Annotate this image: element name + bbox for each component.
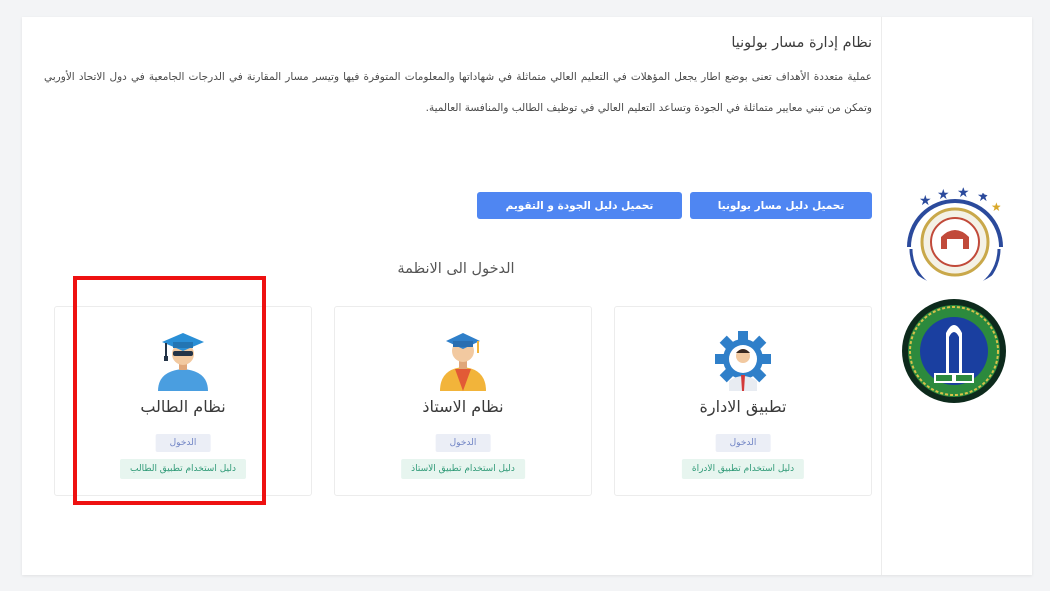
logo-sidebar: ★ ★ ★ ★ ★ <box>881 17 1032 575</box>
bologna-process-logo: ★ ★ ★ ★ ★ <box>907 187 1003 287</box>
systems-section-title: الدخول الى الانظمة <box>397 261 515 277</box>
professor-card-title: نظام الاستاذ <box>422 397 504 416</box>
svg-text:★: ★ <box>919 193 932 209</box>
admin-card-title: تطبيق الادارة <box>699 397 787 416</box>
download-bologna-guide-button[interactable]: تحميل دليل مسار بولونيا <box>690 192 872 219</box>
admin-login-button[interactable]: الدخول <box>715 434 771 452</box>
page-title: نظام إدارة مسار بولونيا <box>731 35 872 51</box>
university-logo <box>902 299 1006 403</box>
page-description: عملية متعددة الأهداف تعنى بوضع اطار يجعل… <box>44 71 872 114</box>
download-buttons: تحميل دليل مسار بولونيا تحميل دليل الجود… <box>477 192 872 219</box>
admin-gear-icon <box>715 331 771 391</box>
download-quality-guide-button[interactable]: تحميل دليل الجودة و التقويم <box>477 192 682 219</box>
highlight-box <box>73 276 266 505</box>
svg-text:★: ★ <box>937 187 950 203</box>
svg-text:★: ★ <box>977 189 990 205</box>
admin-guide-button[interactable]: دليل استخدام تطبيق الادراة <box>681 459 805 479</box>
professor-icon <box>440 333 486 391</box>
admin-system-card: تطبيق الادارة الدخول دليل استخدام تطبيق … <box>614 306 872 496</box>
svg-text:★: ★ <box>957 187 970 201</box>
professor-guide-button[interactable]: دليل استخدام تطبيق الاستاذ <box>401 459 525 479</box>
professor-system-card: نظام الاستاذ الدخول دليل استخدام تطبيق ا… <box>334 306 592 496</box>
svg-text:★: ★ <box>991 200 1002 214</box>
professor-login-button[interactable]: الدخول <box>435 434 491 452</box>
